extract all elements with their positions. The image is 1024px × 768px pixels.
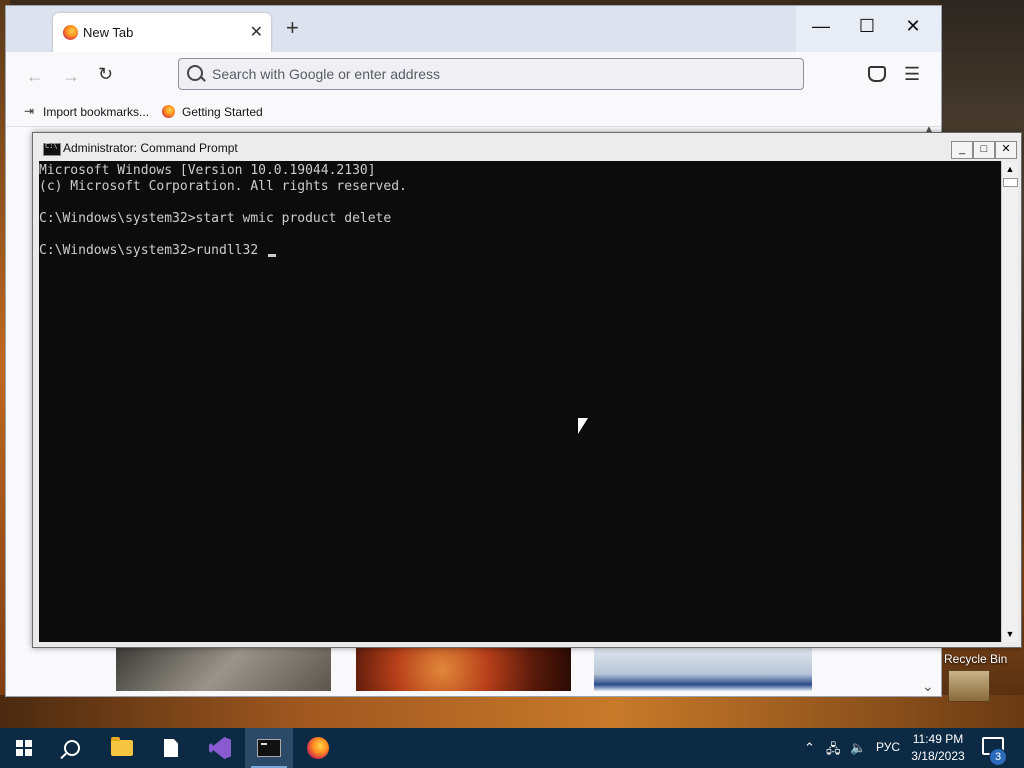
hamburger-menu-icon[interactable]: ☰ <box>904 64 920 85</box>
search-icon <box>64 740 80 756</box>
scroll-down-arrow-icon[interactable]: ▼ <box>1002 626 1018 642</box>
search-icon <box>187 65 203 81</box>
console-line: C:\Windows\system32>start wmic product d… <box>39 211 392 226</box>
cmd-icon <box>43 142 61 156</box>
pocket-icon[interactable] <box>868 66 886 82</box>
command-prompt-window: Administrator: Command Prompt _ □ ✕ Micr… <box>32 132 1022 648</box>
cmd-scrollbar[interactable]: ▲ ▼ <box>1001 161 1018 642</box>
scrollbar-thumb[interactable] <box>1003 178 1018 187</box>
firefox-icon <box>307 737 329 759</box>
file-icon <box>164 739 178 757</box>
recycle-bin-label[interactable]: Recycle Bin <box>944 652 1007 666</box>
console-line: Microsoft Windows [Version 10.0.19044.21… <box>39 163 376 178</box>
top-site-thumbnail[interactable] <box>594 648 812 691</box>
tab-new-tab[interactable]: New Tab ✕ <box>53 13 271 53</box>
file-explorer-button[interactable] <box>98 728 146 768</box>
cmd-maximize-button[interactable]: □ <box>973 141 995 159</box>
reload-icon[interactable]: ↻ <box>98 64 113 85</box>
top-site-thumbnail[interactable] <box>116 648 331 691</box>
text-cursor <box>267 254 276 257</box>
tab-title: New Tab <box>83 25 134 40</box>
visual-studio-button[interactable] <box>196 728 244 768</box>
console-prompt-line[interactable]: C:\Windows\system32>rundll32 <box>39 243 276 259</box>
maximize-button[interactable]: ☐ <box>852 16 882 37</box>
notepad-button[interactable] <box>147 728 195 768</box>
start-button[interactable] <box>0 728 48 768</box>
clock-time: 11:49 PM <box>912 732 964 746</box>
visual-studio-icon <box>209 737 231 759</box>
console-prompt: C:\Windows\system32>rundll32 <box>39 243 266 258</box>
mouse-pointer-icon <box>578 418 588 434</box>
bookmark-getting-started[interactable]: Getting Started <box>182 105 263 119</box>
address-bar[interactable]: Search with Google or enter address <box>178 58 804 90</box>
clock-date: 3/18/2023 <box>911 749 965 763</box>
folder-icon <box>111 737 133 756</box>
tab-bar: New Tab ✕ + — ☐ ✕ <box>6 6 941 53</box>
firefox-icon <box>63 25 78 40</box>
top-site-thumbnail[interactable] <box>356 648 571 691</box>
forward-arrow-icon[interactable]: → <box>62 66 80 87</box>
language-indicator[interactable]: РУС <box>876 740 900 754</box>
cmd-icon <box>257 739 281 757</box>
taskbar: ⌃ 🖧 🔈 РУС 11:49 PM 3/18/2023 3 <box>0 728 1024 768</box>
bookmarks-toolbar: ⇥ Import bookmarks... Getting Started <box>6 98 941 127</box>
minimize-button[interactable]: — <box>806 16 836 37</box>
scroll-up-arrow-icon[interactable]: ▲ <box>1002 161 1018 177</box>
recycle-bin-icon[interactable] <box>948 670 990 702</box>
desktop-wallpaper-bottom <box>0 695 1024 728</box>
console-line: (c) Microsoft Corporation. All rights re… <box>39 179 407 194</box>
bookmark-import[interactable]: Import bookmarks... <box>43 105 149 119</box>
notification-badge: 3 <box>989 748 1007 766</box>
back-arrow-icon[interactable]: ← <box>26 66 44 87</box>
new-tab-button[interactable]: + <box>286 17 299 39</box>
import-icon: ⇥ <box>24 104 35 118</box>
network-icon[interactable]: 🖧 <box>826 740 841 762</box>
console-output[interactable]: Microsoft Windows [Version 10.0.19044.21… <box>39 161 1001 642</box>
chevron-up-icon[interactable]: ⌃ <box>804 740 815 756</box>
address-placeholder: Search with Google or enter address <box>212 66 441 82</box>
cmd-title-bar[interactable]: Administrator: Command Prompt _ □ ✕ <box>33 133 1021 161</box>
tab-close-icon[interactable]: ✕ <box>250 22 263 42</box>
cmd-close-button[interactable]: ✕ <box>995 141 1017 159</box>
command-prompt-taskbar-button[interactable] <box>245 728 293 768</box>
search-button[interactable] <box>48 728 96 768</box>
close-button[interactable]: ✕ <box>898 16 928 37</box>
cmd-minimize-button[interactable]: _ <box>951 141 973 159</box>
firefox-small-icon <box>162 105 175 118</box>
volume-icon[interactable]: 🔈 <box>850 740 866 756</box>
clock[interactable]: 11:49 PM 3/18/2023 <box>900 731 976 765</box>
page-scroll-down-icon[interactable]: ⌄ <box>922 678 934 695</box>
windows-logo-icon <box>16 740 32 756</box>
cmd-title: Administrator: Command Prompt <box>63 141 238 155</box>
firefox-taskbar-button[interactable] <box>294 728 342 768</box>
